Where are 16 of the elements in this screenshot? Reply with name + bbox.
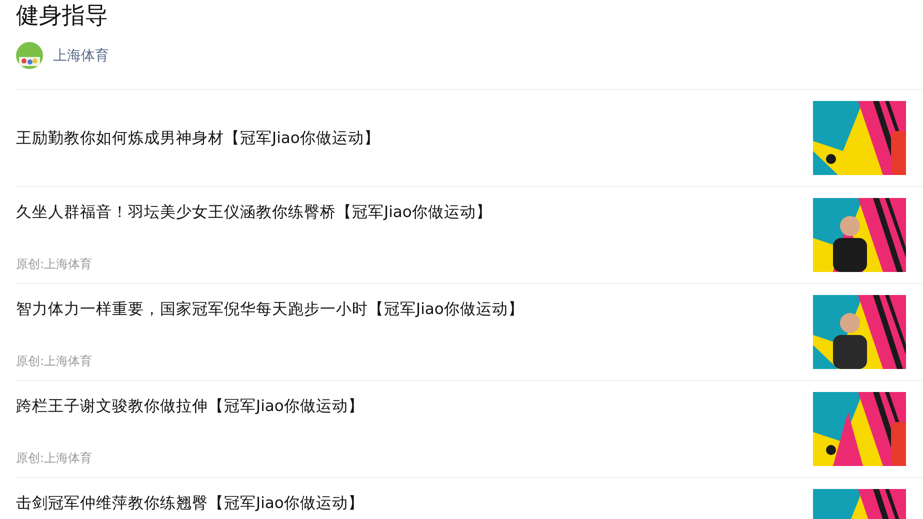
avatar-icon — [16, 42, 43, 69]
article-source: 原创:上海体育 — [16, 256, 94, 272]
page-title: 健身指导 — [15, 2, 109, 31]
article-item[interactable]: 智力体力一样重要，国家冠军倪华每天跑步一小时【冠军Jiao你做运动】 原创:上海体育 — [16, 284, 923, 381]
article-item[interactable]: 跨栏王子谢文骏教你做拉伸【冠军Jiao你做运动】 原创:上海体育 — [16, 381, 923, 478]
article-source: 原创:上海体育 — [16, 353, 94, 369]
article-item[interactable]: 久坐人群福音！羽坛美少女王仪涵教你练臀桥【冠军Jiao你做运动】 原创:上海体育 — [16, 187, 923, 284]
author-name[interactable]: 上海体育 — [53, 46, 109, 64]
article-title: 王励勤教你如何炼成男神身材【冠军Jiao你做运动】 — [16, 128, 380, 149]
article-title: 久坐人群福音！羽坛美少女王仪涵教你练臀桥【冠军Jiao你做运动】 — [16, 202, 492, 223]
article-item[interactable]: 击剑冠军仲维萍教你练翘臀【冠军Jiao你做运动】 — [16, 478, 923, 519]
article-title: 智力体力一样重要，国家冠军倪华每天跑步一小时【冠军Jiao你做运动】 — [16, 299, 524, 320]
article-item[interactable]: 王励勤教你如何炼成男神身材【冠军Jiao你做运动】 — [16, 90, 923, 187]
article-title: 击剑冠军仲维萍教你练翘臀【冠军Jiao你做运动】 — [16, 493, 364, 514]
article-source: 原创:上海体育 — [16, 450, 94, 466]
article-title: 跨栏王子谢文骏教你做拉伸【冠军Jiao你做运动】 — [16, 396, 364, 417]
